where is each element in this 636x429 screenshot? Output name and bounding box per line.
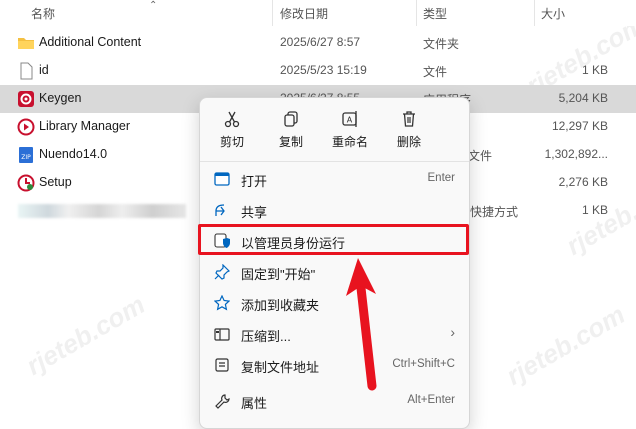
watermark: rjeteb.com	[21, 289, 150, 381]
column-size[interactable]: 大小	[541, 5, 565, 22]
keygen-app-icon	[17, 90, 35, 108]
chevron-right-icon: ›	[450, 324, 455, 340]
file-size: 12,297 KB	[551, 119, 608, 133]
file-row[interactable]: id 2025/5/23 15:19 文件 1 KB	[0, 57, 636, 85]
column-header: 名称 ⌃ 修改日期 类型 大小	[0, 0, 636, 26]
chevron-up-icon: ⌃	[149, 0, 158, 11]
menu-item-shortcut: Ctrl+Shift+C	[392, 358, 455, 370]
menu-item-label: 添加到收藏夹	[241, 298, 320, 313]
file-type: 文件	[423, 65, 448, 79]
menu-item-shortcut: Alt+Enter	[407, 394, 455, 406]
menu-item-shortcut: Enter	[427, 172, 456, 184]
open-app-icon	[214, 171, 230, 187]
library-manager-icon	[17, 118, 35, 136]
menu-divider	[200, 161, 469, 162]
menu-item-share[interactable]: 共享	[204, 196, 465, 224]
copy-button[interactable]: 复制	[263, 108, 319, 152]
properties-icon	[214, 393, 230, 409]
copy-label: 复制	[278, 135, 303, 149]
menu-item-label: 属性	[241, 396, 268, 411]
rename-button[interactable]: A 重命名	[322, 108, 378, 152]
red-arrow-annotation	[346, 258, 377, 391]
menu-item-label: 固定到"开始"	[241, 267, 316, 282]
file-name: Nuendo14.0	[39, 147, 108, 161]
pin-icon	[214, 263, 231, 280]
file-size: 1 KB	[581, 203, 608, 217]
file-name: Library Manager	[39, 119, 131, 133]
menu-item-open[interactable]: 打开 Enter	[204, 165, 465, 193]
file-date: 2025/5/23 15:19	[280, 63, 367, 77]
file-name: id	[39, 63, 49, 77]
file-size: 2,276 KB	[558, 175, 608, 189]
column-name[interactable]: 名称	[31, 5, 55, 22]
file-name: Additional Content	[39, 35, 142, 49]
compress-icon	[214, 326, 230, 342]
menu-item-label: 复制文件地址	[241, 360, 320, 375]
star-icon	[213, 294, 231, 311]
svg-text:A: A	[347, 116, 353, 125]
delete-button[interactable]: 删除	[381, 108, 437, 152]
cut-button[interactable]: 剪切	[204, 108, 260, 152]
column-divider[interactable]	[416, 0, 417, 26]
column-date[interactable]: 修改日期	[280, 5, 328, 22]
file-type: 文件夹	[423, 37, 460, 51]
file-row[interactable]: Additional Content 2025/6/27 8:57 文件夹	[0, 29, 636, 57]
watermark: rjeteb.com	[501, 299, 630, 391]
rename-label: 重命名	[331, 135, 368, 149]
file-name: Keygen	[39, 91, 82, 105]
cut-label: 剪切	[219, 135, 244, 149]
file-icon	[17, 62, 35, 80]
column-divider[interactable]	[534, 0, 535, 26]
setup-icon	[17, 174, 35, 192]
menu-item-label: 打开	[241, 174, 268, 189]
rename-icon: A	[342, 111, 357, 127]
column-type[interactable]: 类型	[423, 5, 447, 22]
copy-path-icon	[214, 357, 230, 373]
file-size: 5,204 KB	[558, 91, 608, 105]
trash-icon	[403, 111, 415, 127]
blurred-filename	[18, 204, 186, 218]
column-divider[interactable]	[272, 0, 273, 26]
share-icon	[214, 202, 230, 218]
file-size: 1 KB	[581, 63, 608, 77]
scissors-icon	[224, 111, 240, 128]
file-size: 1,302,892...	[544, 147, 608, 161]
svg-text:ZIP: ZIP	[21, 154, 31, 161]
zip-archive-icon: ZIP	[17, 146, 35, 164]
file-date: 2025/6/27 8:57	[280, 35, 361, 49]
menu-item-label: 共享	[241, 205, 268, 220]
folder-icon	[17, 34, 35, 52]
file-name: Setup	[39, 175, 72, 189]
file-type: 快捷方式	[470, 205, 519, 219]
file-type: 文件	[468, 149, 493, 163]
delete-label: 删除	[396, 135, 421, 149]
copy-icon	[284, 111, 298, 127]
menu-item-label: 压缩到...	[241, 329, 291, 344]
